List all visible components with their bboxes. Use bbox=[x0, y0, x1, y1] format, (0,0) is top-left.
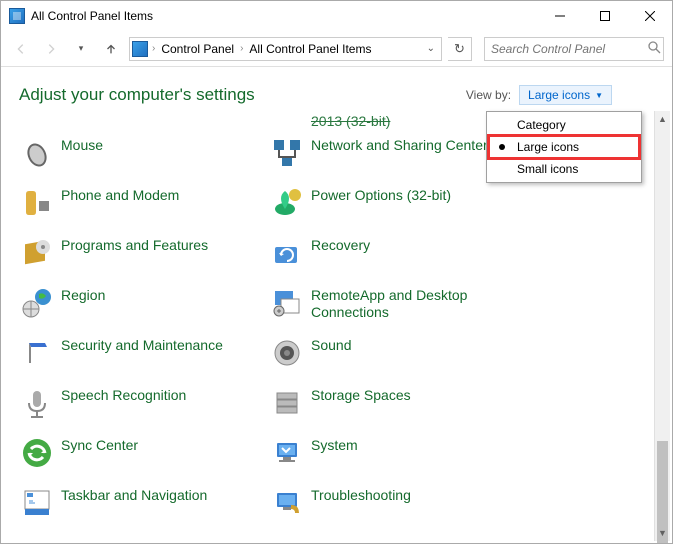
remoteapp-icon bbox=[271, 287, 303, 319]
navigation-bar: ▾ › Control Panel › All Control Panel It… bbox=[1, 31, 672, 67]
item-mouse[interactable]: Mouse bbox=[21, 133, 271, 169]
content-area: Adjust your computer's settings View by:… bbox=[1, 67, 672, 543]
view-by-dropdown: Category Large icons Small icons bbox=[486, 111, 642, 183]
title-bar: All Control Panel Items bbox=[1, 1, 672, 31]
breadcrumb-current[interactable]: All Control Panel Items bbox=[243, 42, 377, 56]
phone-icon bbox=[21, 187, 53, 219]
control-panel-icon bbox=[9, 8, 25, 24]
search-box[interactable] bbox=[484, 37, 664, 61]
item-label: System bbox=[311, 437, 358, 454]
item-label: Security and Maintenance bbox=[61, 337, 223, 354]
breadcrumb-root[interactable]: Control Panel bbox=[155, 42, 240, 56]
scroll-up-button[interactable]: ▲ bbox=[655, 111, 670, 127]
view-by-selector[interactable]: Large icons ▼ bbox=[519, 85, 612, 105]
item-label: Region bbox=[61, 287, 105, 304]
item-network-sharing[interactable]: Network and Sharing Center bbox=[271, 133, 488, 169]
item-label: Sync Center bbox=[61, 437, 138, 454]
view-by-label: View by: bbox=[466, 88, 511, 102]
item-programs-features[interactable]: Programs and Features bbox=[21, 233, 271, 269]
sound-icon bbox=[271, 337, 303, 369]
item-label: Taskbar and Navigation bbox=[61, 487, 207, 504]
item-label: Phone and Modem bbox=[61, 187, 179, 204]
dropdown-item-category[interactable]: Category bbox=[489, 114, 639, 136]
item-label: Recovery bbox=[311, 237, 370, 254]
minimize-button[interactable] bbox=[537, 1, 582, 31]
recent-locations-button[interactable]: ▾ bbox=[69, 37, 93, 61]
item-label: Programs and Features bbox=[61, 237, 208, 254]
search-input[interactable] bbox=[491, 42, 648, 56]
item-label: Mouse bbox=[61, 137, 103, 154]
item-power-options[interactable]: Power Options (32-bit) bbox=[271, 183, 451, 219]
dropdown-item-label: Category bbox=[517, 118, 566, 132]
item-label: Troubleshooting bbox=[311, 487, 411, 504]
item-security-maintenance[interactable]: Security and Maintenance bbox=[21, 333, 271, 369]
item-remoteapp[interactable]: RemoteApp and Desktop Connections bbox=[271, 283, 491, 321]
security-icon bbox=[21, 337, 53, 369]
window-controls bbox=[537, 1, 672, 31]
microphone-icon bbox=[21, 387, 53, 419]
item-taskbar-navigation[interactable]: Taskbar and Navigation bbox=[21, 483, 271, 519]
maximize-button[interactable] bbox=[582, 1, 627, 31]
item-label: RemoteApp and Desktop Connections bbox=[311, 287, 491, 321]
item-sound[interactable]: Sound bbox=[271, 333, 351, 369]
dropdown-item-label: Large icons bbox=[517, 140, 579, 154]
view-by-control: View by: Large icons ▼ bbox=[466, 85, 612, 105]
sync-icon bbox=[21, 437, 53, 469]
close-button[interactable] bbox=[627, 1, 672, 31]
item-label: Power Options (32-bit) bbox=[311, 187, 451, 204]
selected-bullet-icon bbox=[499, 144, 505, 150]
mouse-icon bbox=[21, 137, 53, 169]
item-recovery[interactable]: Recovery bbox=[271, 233, 370, 269]
item-system[interactable]: System bbox=[271, 433, 358, 469]
region-icon bbox=[21, 287, 53, 319]
cutoff-item-label[interactable]: 2013 (32-bit) bbox=[311, 113, 390, 129]
system-icon bbox=[271, 437, 303, 469]
dropdown-item-label: Small icons bbox=[517, 162, 578, 176]
item-phone-modem[interactable]: Phone and Modem bbox=[21, 183, 271, 219]
item-label: Speech Recognition bbox=[61, 387, 186, 404]
address-dropdown-icon[interactable]: ⌄ bbox=[423, 43, 439, 54]
network-icon bbox=[271, 137, 303, 169]
items-grid: Mouse Network and Sharing Center Phone a… bbox=[21, 133, 638, 533]
troubleshooting-icon bbox=[271, 487, 303, 519]
search-icon[interactable] bbox=[648, 41, 661, 57]
up-button[interactable] bbox=[99, 37, 123, 61]
dropdown-item-large-icons[interactable]: Large icons bbox=[489, 136, 639, 158]
storage-icon bbox=[271, 387, 303, 419]
item-label: Storage Spaces bbox=[311, 387, 411, 404]
item-region[interactable]: Region bbox=[21, 283, 271, 319]
chevron-down-icon: ▼ bbox=[595, 91, 603, 100]
item-speech-recognition[interactable]: Speech Recognition bbox=[21, 383, 271, 419]
item-sync-center[interactable]: Sync Center bbox=[21, 433, 271, 469]
control-panel-window: All Control Panel Items ▾ › Cont bbox=[0, 0, 673, 544]
window-title: All Control Panel Items bbox=[31, 9, 153, 23]
recovery-icon bbox=[271, 237, 303, 269]
dropdown-item-small-icons[interactable]: Small icons bbox=[489, 158, 639, 180]
address-bar[interactable]: › Control Panel › All Control Panel Item… bbox=[129, 37, 442, 61]
taskbar-icon bbox=[21, 487, 53, 519]
address-icon bbox=[132, 41, 148, 57]
power-icon bbox=[271, 187, 303, 219]
scroll-down-button[interactable]: ▼ bbox=[655, 525, 670, 541]
back-button[interactable] bbox=[9, 37, 33, 61]
view-by-current: Large icons bbox=[528, 88, 590, 102]
vertical-scrollbar[interactable]: ▲ ▼ bbox=[654, 111, 670, 541]
item-label: Sound bbox=[311, 337, 351, 354]
item-label: Network and Sharing Center bbox=[311, 137, 488, 154]
forward-button[interactable] bbox=[39, 37, 63, 61]
refresh-button[interactable]: ↻ bbox=[448, 37, 472, 61]
item-troubleshooting[interactable]: Troubleshooting bbox=[271, 483, 411, 519]
item-storage-spaces[interactable]: Storage Spaces bbox=[271, 383, 411, 419]
programs-icon bbox=[21, 237, 53, 269]
